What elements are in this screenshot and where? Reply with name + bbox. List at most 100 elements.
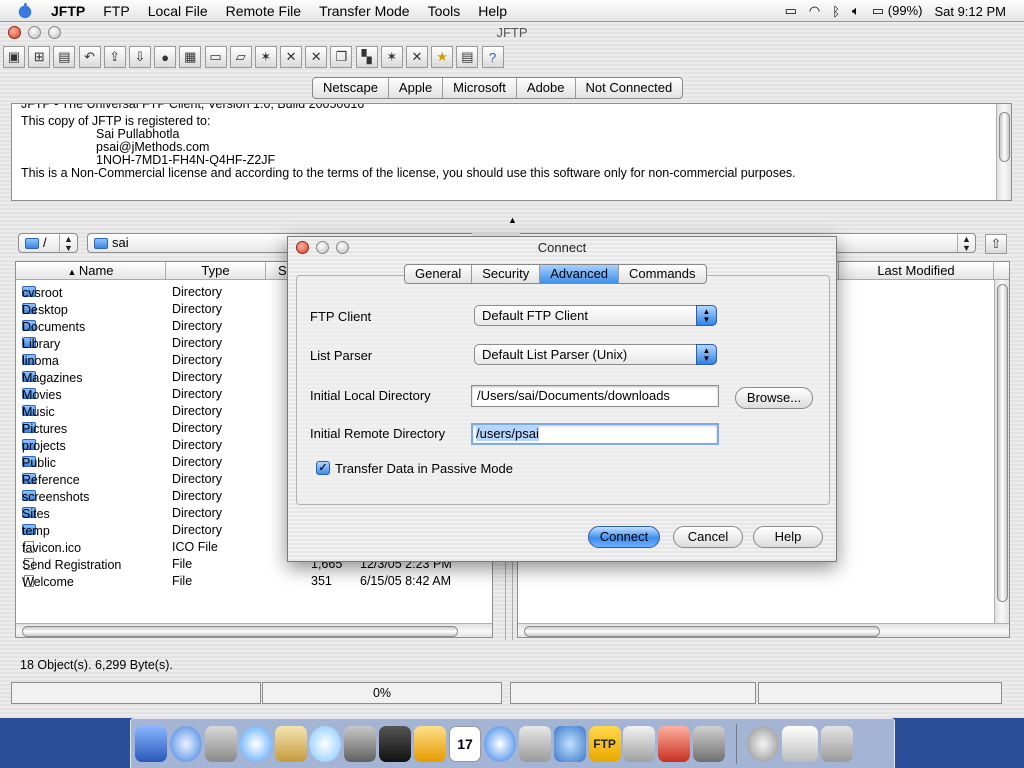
updown-arrow-icon: ▲ ▼	[696, 344, 717, 365]
safari-icon[interactable]	[169, 725, 202, 762]
download-icon[interactable]: ⇩	[128, 46, 151, 68]
ftp-client-select[interactable]: Default FTP Client ▲ ▼	[474, 305, 717, 326]
copy-icon[interactable]: ❐	[330, 46, 353, 68]
bookmark-apple[interactable]: Apple	[389, 78, 444, 98]
local-h-scrollbar[interactable]	[16, 623, 492, 637]
refresh-icon[interactable]: ↶	[78, 46, 101, 68]
tab-general[interactable]: General	[405, 265, 473, 283]
file-name: projects	[22, 439, 66, 453]
bookmark-microsoft[interactable]: Microsoft	[443, 78, 517, 98]
log-scroll-thumb[interactable]	[999, 112, 1010, 162]
help-button[interactable]: Help	[753, 526, 823, 548]
file-type: Directory	[172, 523, 223, 537]
last-modified-column-header[interactable]: Last Modified	[838, 262, 994, 280]
upload-icon[interactable]: ⇪	[103, 46, 126, 68]
menu-transfer-mode[interactable]: Transfer Mode	[310, 3, 419, 19]
terminal-icon[interactable]: ▤	[456, 46, 479, 68]
properties-icon[interactable]: ▦	[179, 46, 202, 68]
zoom-window-icon[interactable]	[48, 26, 61, 39]
idvd-icon[interactable]	[414, 725, 447, 762]
split-arrow-icon[interactable]: ▲	[508, 215, 517, 225]
minimized-window-icon[interactable]	[782, 725, 819, 762]
type-column-header[interactable]: Type	[166, 262, 266, 280]
keyboard-icon[interactable]: ▭	[785, 3, 797, 19]
volume-icon[interactable]: 🔈︎	[852, 3, 860, 19]
bookmark-netscape[interactable]: Netscape	[313, 78, 389, 98]
help-icon[interactable]: ?	[481, 46, 504, 68]
mail-icon[interactable]	[204, 725, 237, 762]
new-folder-icon[interactable]: ▭	[204, 46, 227, 68]
browse-button[interactable]: Browse...	[735, 387, 813, 409]
network-icon[interactable]	[747, 725, 780, 762]
move-icon[interactable]: ▚	[355, 46, 378, 68]
list-parser-select[interactable]: Default List Parser (Unix) ▲ ▼	[474, 344, 717, 365]
local-directory-input[interactable]: /Users/sai/Documents/downloads	[471, 385, 719, 407]
remote-v-scroll-thumb[interactable]	[997, 284, 1008, 602]
tab-advanced[interactable]: Advanced	[540, 265, 620, 283]
remote-v-scrollbar[interactable]	[994, 280, 1009, 623]
itunes-icon[interactable]	[309, 725, 342, 762]
finder-icon[interactable]	[135, 725, 167, 762]
menu-remote-file[interactable]: Remote File	[217, 3, 310, 19]
menu-help[interactable]: Help	[469, 3, 516, 19]
tab-security[interactable]: Security	[472, 265, 541, 283]
iphoto-icon[interactable]	[344, 725, 377, 762]
menu-ftp[interactable]: FTP	[94, 3, 138, 19]
menu-tools[interactable]: Tools	[419, 3, 470, 19]
tab-commands[interactable]: Commands	[619, 265, 705, 283]
cancel-transfer-icon[interactable]: ✕	[406, 46, 428, 68]
wifi-icon[interactable]: ◠	[809, 3, 820, 19]
new-window-icon[interactable]: ▣	[3, 46, 25, 68]
menu-local-file[interactable]: Local File	[139, 3, 217, 19]
menu-clock[interactable]: Sat 9:12 PM	[934, 4, 1006, 19]
file-type: Directory	[172, 285, 223, 299]
bluetooth-icon[interactable]: ᛒ	[832, 4, 840, 19]
file-type: Directory	[172, 506, 223, 520]
parent-folder-icon[interactable]: ⇧	[985, 234, 1007, 254]
open-folder-icon[interactable]: ▱	[229, 46, 252, 68]
utility-icon[interactable]	[658, 725, 691, 762]
file-name: Library	[22, 337, 61, 351]
quicktime-icon[interactable]	[483, 725, 516, 762]
log-scrollbar[interactable]	[996, 104, 1011, 200]
preview-icon[interactable]	[623, 725, 656, 762]
jftp-dock-icon[interactable]: FTP	[588, 725, 621, 762]
delete-icon[interactable]: ✕	[280, 46, 303, 68]
passive-mode-checkbox[interactable]: ✓	[316, 461, 330, 475]
local-drive-select[interactable]: / ▲ ▼	[18, 233, 78, 253]
ical-icon[interactable]: 17	[449, 725, 482, 762]
connect-button[interactable]: Connect	[588, 526, 660, 548]
menu-app-jftp[interactable]: JFTP	[42, 3, 94, 19]
trash-icon[interactable]	[820, 725, 853, 762]
remote-h-scrollbar[interactable]	[518, 623, 1009, 637]
file-type: File	[172, 574, 193, 588]
transfer-wand-icon[interactable]: ✶	[380, 46, 403, 68]
disconnect-icon[interactable]: ▤	[53, 46, 76, 68]
stop-icon[interactable]: ●	[154, 46, 177, 68]
minimize-window-icon[interactable]	[28, 26, 41, 39]
remote-directory-input[interactable]: /users/psai	[471, 423, 719, 445]
ichat-icon[interactable]	[239, 725, 272, 762]
apple-menu-icon[interactable]	[16, 2, 34, 20]
script-editor-icon[interactable]	[693, 725, 726, 762]
passive-mode-label[interactable]: Transfer Data in Passive Mode	[335, 461, 513, 476]
address-book-icon[interactable]	[274, 725, 307, 762]
bookmark-star-icon[interactable]: ★	[431, 46, 454, 68]
wand-icon[interactable]: ✶	[254, 46, 277, 68]
users-icon[interactable]	[553, 725, 586, 762]
battery-indicator[interactable]: ▭ (99%)	[872, 3, 923, 19]
name-column-header[interactable]: ▲ Name	[16, 262, 166, 280]
bookmark-adobe[interactable]: Adobe	[517, 78, 576, 98]
imovie-icon[interactable]	[379, 725, 412, 762]
file-name: temp	[22, 524, 50, 538]
delete-remote-icon[interactable]: ✕	[305, 46, 328, 68]
connection-status[interactable]: Not Connected	[576, 78, 683, 98]
list-parser-label: List Parser	[310, 348, 373, 363]
remote-h-scroll-thumb[interactable]	[524, 626, 880, 637]
table-row[interactable]: Welcome File 351 6/15/05 8:42 AM	[16, 573, 492, 590]
local-h-scroll-thumb[interactable]	[22, 626, 458, 637]
cancel-button[interactable]: Cancel	[673, 526, 743, 548]
close-window-icon[interactable]	[8, 26, 21, 39]
system-prefs-icon[interactable]	[518, 725, 551, 762]
site-manager-icon[interactable]: ⊞	[28, 46, 51, 68]
